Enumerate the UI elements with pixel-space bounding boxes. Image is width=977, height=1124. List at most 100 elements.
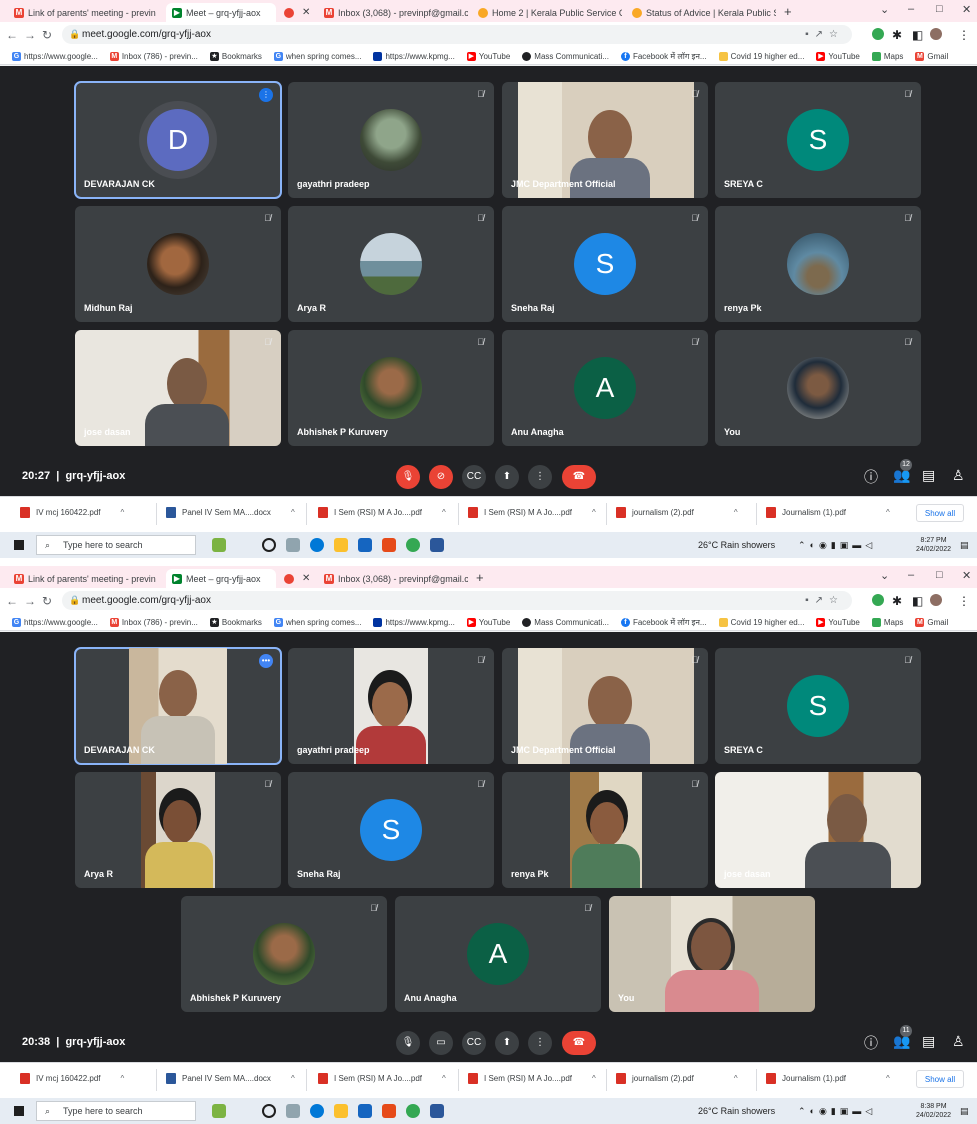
leave-call-button[interactable]: ☎ <box>562 465 596 489</box>
url-input[interactable]: 🔒 meet.google.com/grq-yfjj-aox ▪↗☆ <box>62 25 852 44</box>
bookmark-item[interactable]: f Facebook में लॉग इन... <box>620 51 707 62</box>
bookmark-item[interactable]: ▶ YouTube <box>816 51 860 61</box>
present-button[interactable]: ⬆ <box>495 1031 519 1055</box>
chevron-up-icon[interactable]: ^ <box>442 508 446 517</box>
close-icon[interactable]: ✕ <box>160 7 165 18</box>
participant-tile[interactable]: 🎙̸ renya Pk <box>502 772 708 888</box>
more-options-icon[interactable]: ••• <box>259 654 273 668</box>
side-panel-icon[interactable]: ◧ <box>912 594 923 608</box>
participant-tile[interactable]: 🎙̸ gayathri pradeep <box>288 648 494 764</box>
menu-icon[interactable]: ⋮ <box>958 28 970 42</box>
bookmark-item[interactable]: Gwhen spring comes... <box>273 51 361 61</box>
camera-toggle-button[interactable]: ▭ <box>429 1031 453 1055</box>
office-icon[interactable] <box>382 1104 396 1118</box>
news-widget-icon[interactable] <box>212 1104 226 1118</box>
download-item[interactable]: Journalism (1).pdf ^ <box>766 1073 890 1084</box>
download-item[interactable]: I Sem (RSI) M A Jo....pdf ^ <box>318 507 446 518</box>
show-all-button[interactable]: Show all <box>916 1070 964 1088</box>
activities-icon[interactable]: ♙ <box>952 467 965 484</box>
office-icon[interactable] <box>382 538 396 552</box>
minimize-icon[interactable]: – <box>908 3 914 15</box>
bookmark-item[interactable]: ▶ YouTube <box>466 617 510 627</box>
taskbar-search-input[interactable]: ⌕ Type here to search <box>36 1101 196 1121</box>
new-tab-icon[interactable]: + <box>476 570 484 585</box>
bookmark-item[interactable]: https://www.kpmg... <box>373 617 455 627</box>
file-explorer-icon[interactable] <box>334 1104 348 1118</box>
chat-icon[interactable]: ▤ <box>922 467 935 484</box>
new-tab-icon[interactable]: + <box>784 4 792 19</box>
participant-tile[interactable]: ••• DEVARAJAN CK <box>74 647 282 765</box>
mail-icon[interactable] <box>358 538 372 552</box>
tab-gmail-parents[interactable]: M Link of parents' meeting - previn ✕ <box>8 3 164 22</box>
captions-button[interactable]: CC <box>462 1031 486 1055</box>
bookmark-item[interactable]: Mass Communicati... <box>522 617 609 627</box>
more-options-button[interactable]: ⋮ <box>528 465 552 489</box>
chevron-up-icon[interactable]: ^ <box>886 508 890 517</box>
maximize-icon[interactable]: □ <box>936 3 943 15</box>
menu-icon[interactable]: ⋮ <box>958 594 970 608</box>
chevron-up-icon[interactable]: ^ <box>291 508 295 517</box>
bookmark-item[interactable]: Ghttps://www.google... <box>12 51 98 61</box>
tab-search-icon[interactable]: ⌄ <box>880 3 889 16</box>
edge-icon[interactable] <box>310 1104 324 1118</box>
tab-gmail-inbox[interactable]: M Inbox (3,068) - previnpf@gmail.c ✕ <box>318 3 468 22</box>
weather-widget[interactable]: 26°C Rain showers <box>698 540 775 550</box>
cortana-icon[interactable] <box>262 538 276 552</box>
extensions-puzzle-icon[interactable]: ✱ <box>892 594 902 608</box>
back-icon[interactable]: ← <box>6 594 18 608</box>
download-item[interactable]: IV mcj 160422.pdf ^ <box>20 507 124 518</box>
weather-widget[interactable]: 26°C Rain showers <box>698 1106 775 1116</box>
chat-icon[interactable]: ▤ <box>922 1033 935 1050</box>
download-item[interactable]: journalism (2).pdf ^ <box>616 1073 738 1084</box>
tab-gmail-parents[interactable]: M Link of parents' meeting - previn ✕ <box>8 569 164 588</box>
close-icon[interactable]: ✕ <box>298 7 310 18</box>
tab-recording[interactable]: ✕ <box>278 3 314 22</box>
word-icon[interactable] <box>430 1104 444 1118</box>
participant-tile[interactable]: A 🎙̸ Anu Anagha <box>395 896 601 1012</box>
extensions-puzzle-icon[interactable]: ✱ <box>892 28 902 42</box>
back-icon[interactable]: ← <box>6 28 18 42</box>
chevron-up-icon[interactable]: ^ <box>592 508 596 517</box>
tab-meet[interactable]: ▶ Meet – grq-yfjj-aox <box>166 569 276 588</box>
leave-call-button[interactable]: ☎ <box>562 1031 596 1055</box>
omnibox-actions[interactable]: ▪↗☆ <box>805 25 844 44</box>
participant-tile[interactable]: 🎙̸ Arya R <box>75 772 281 888</box>
windows-start-icon[interactable] <box>14 540 24 550</box>
bookmark-item[interactable]: ★ Bookmarks <box>209 617 262 627</box>
participant-tile[interactable]: 🎙̸ Abhishek P Kuruvery <box>181 896 387 1012</box>
mail-icon[interactable] <box>358 1104 372 1118</box>
chevron-up-icon[interactable]: ^ <box>734 1074 738 1083</box>
chevron-up-icon[interactable]: ^ <box>291 1074 295 1083</box>
bookmark-item[interactable]: Maps <box>871 617 903 627</box>
mic-toggle-button[interactable]: 🎙 <box>396 465 420 489</box>
bookmark-item[interactable]: ▶ YouTube <box>816 617 860 627</box>
bookmark-item[interactable]: M Gmail <box>915 51 948 61</box>
extension-icon[interactable] <box>872 28 884 40</box>
profile-avatar[interactable] <box>930 594 942 606</box>
download-item[interactable]: Journalism (1).pdf ^ <box>766 507 890 518</box>
bookmark-item[interactable]: f Facebook में लॉग इन... <box>620 617 707 628</box>
meeting-details-icon[interactable]: ⓘ <box>864 467 878 487</box>
close-icon[interactable]: ✕ <box>160 573 165 584</box>
show-all-button[interactable]: Show all <box>916 504 964 522</box>
participant-tile[interactable]: 🎙̸ JMC Department Official <box>502 648 708 764</box>
participant-tile[interactable]: You <box>609 896 815 1012</box>
activities-icon[interactable]: ♙ <box>952 1033 965 1050</box>
chevron-up-icon[interactable]: ^ <box>734 508 738 517</box>
notifications-icon[interactable]: ▤ <box>960 540 969 551</box>
present-button[interactable]: ⬆ <box>495 465 519 489</box>
participant-tile[interactable]: A 🎙̸ Anu Anagha <box>502 330 708 446</box>
bookmark-item[interactable]: Covid 19 higher ed... <box>718 51 804 61</box>
extension-icon[interactable] <box>872 594 884 606</box>
participant-tile[interactable]: S 🎙̸ Sneha Raj <box>502 206 708 322</box>
download-item[interactable]: Panel IV Sem MA....docx ^ <box>166 1073 295 1084</box>
participant-tile[interactable]: S 🎙̸ SREYA C <box>715 82 921 198</box>
reload-icon[interactable]: ↻ <box>42 594 52 608</box>
download-item[interactable]: I Sem (RSI) M A Jo....pdf ^ <box>468 1073 596 1084</box>
download-item[interactable]: IV mcj 160422.pdf ^ <box>20 1073 124 1084</box>
participant-tile[interactable]: 🎙̸ Abhishek P Kuruvery <box>288 330 494 446</box>
chevron-up-icon[interactable]: ^ <box>120 508 124 517</box>
participant-tile[interactable]: 🎙̸ JMC Department Official <box>502 82 708 198</box>
download-item[interactable]: I Sem (RSI) M A Jo....pdf ^ <box>318 1073 446 1084</box>
tab-recording[interactable]: ✕ <box>278 569 314 588</box>
